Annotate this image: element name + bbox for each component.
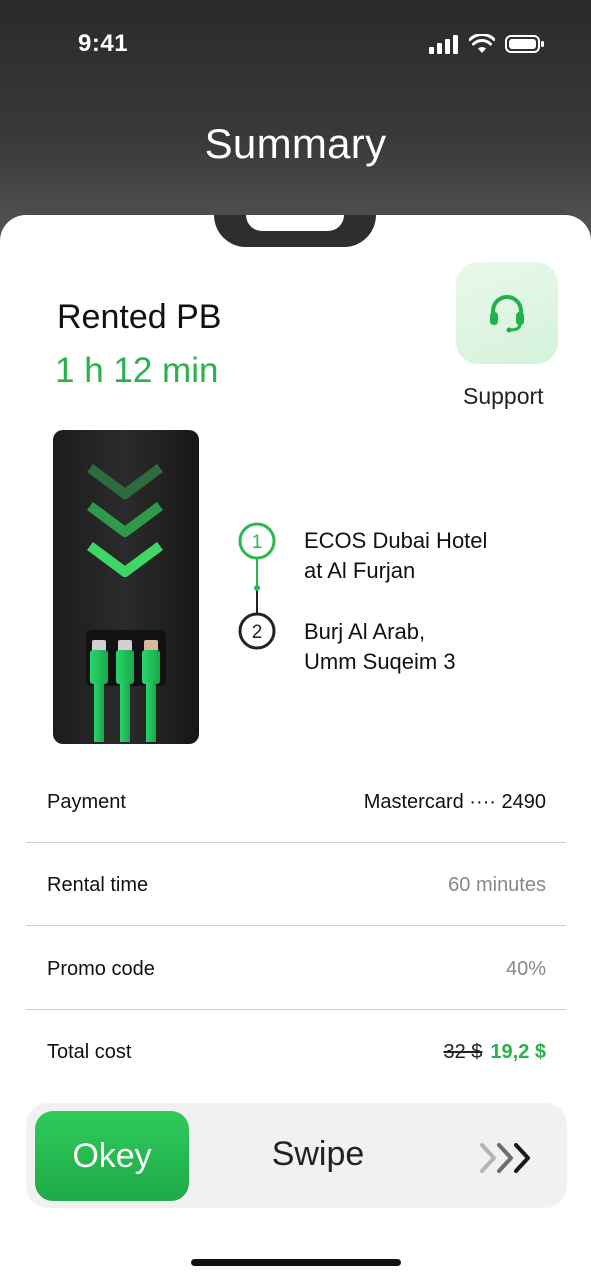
battery-icon	[505, 35, 544, 53]
route-stop-1: ECOS Dubai Hotel at Al Furjan	[304, 526, 487, 586]
status-bar: 9:41	[0, 0, 591, 90]
sheet-notch-inner	[246, 215, 344, 231]
promo-code-value: 40%	[505, 958, 546, 980]
support-label: Support	[463, 383, 544, 409]
rental-duration: 1 h 12 min	[55, 351, 219, 390]
route-stop-number-2: 2	[252, 622, 263, 643]
divider	[26, 1009, 566, 1010]
rented-title: Rented PB	[57, 298, 222, 336]
support-button[interactable]	[456, 262, 558, 364]
total-cost-new: 19,2 $	[490, 1041, 546, 1063]
rental-time-row: Rental time 60 minutes	[26, 844, 566, 927]
total-cost-old: 32 $	[443, 1041, 483, 1063]
route-stop-2: Burj Al Arab, Umm Suqeim 3	[304, 617, 456, 677]
rental-time-value: 60 minutes	[448, 874, 546, 896]
wifi-icon	[469, 34, 495, 53]
route-timeline: 1 2	[238, 522, 276, 650]
payment-value: Mastercard ···· 2490	[363, 791, 546, 813]
total-cost-row: Total cost 32 $ 19,2 $	[26, 1011, 566, 1094]
route-stop-number-1: 1	[252, 532, 263, 553]
promo-code-label: Promo code	[47, 958, 155, 980]
swipe-label: Swipe	[271, 1135, 365, 1173]
route-stop-1-line2: at Al Furjan	[304, 558, 416, 583]
total-cost-label: Total cost	[47, 1041, 132, 1063]
page-title: Summary	[204, 120, 387, 167]
rental-time-label: Rental time	[47, 874, 149, 896]
route-stop-2-line2: Umm Suqeim 3	[304, 649, 456, 674]
headset-icon	[490, 295, 524, 333]
home-indicator[interactable]	[191, 1259, 401, 1266]
status-icons	[429, 34, 545, 54]
divider	[26, 925, 566, 926]
payment-label: Payment	[47, 791, 126, 813]
okey-swipe-handle[interactable]: Okey	[35, 1111, 189, 1201]
status-time: 9:41	[78, 30, 129, 57]
divider	[26, 842, 566, 843]
route-stop-2-line1: Burj Al Arab,	[304, 619, 426, 644]
signal-icon	[429, 35, 458, 54]
route-stop-1-line1: ECOS Dubai Hotel	[304, 528, 488, 553]
chevrons-right-icon	[480, 1143, 530, 1173]
total-cost-values: 32 $ 19,2 $	[443, 1041, 546, 1064]
payment-row[interactable]: Payment Mastercard ···· 2490	[26, 761, 566, 844]
promo-code-row[interactable]: Promo code 40%	[26, 928, 566, 1011]
powerbank-image	[53, 430, 199, 744]
